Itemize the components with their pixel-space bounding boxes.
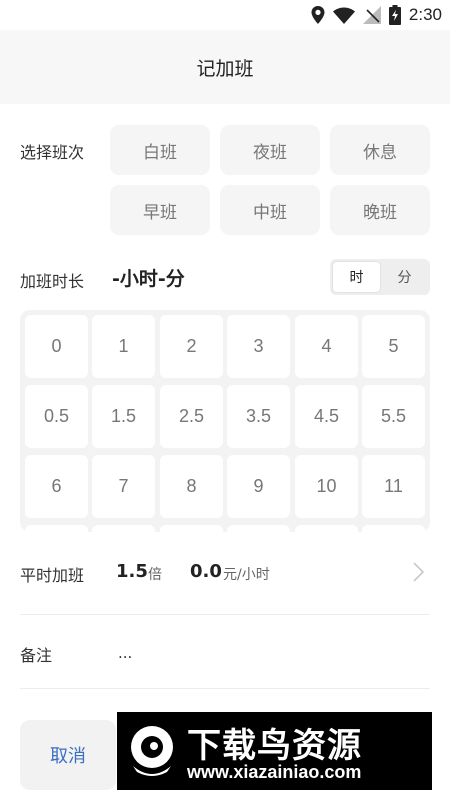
key-partial[interactable] [25,525,88,532]
shift-label: 选择班次 [20,143,85,162]
key-3-5[interactable]: 3.5 [227,385,290,448]
unit-toggle: 时 分 [330,259,430,295]
key-1[interactable]: 1 [92,315,155,378]
shift-option-night[interactable]: 夜班 [220,125,320,175]
key-partial[interactable] [227,525,290,532]
shift-option-evening[interactable]: 晚班 [330,185,430,235]
overtime-rate: 0.0 [190,561,222,582]
divider [20,614,430,615]
shift-option-rest[interactable]: 休息 [330,125,430,175]
number-keypad: 0 1 2 3 4 5 0.5 1.5 2.5 3.5 4.5 5.5 6 7 … [20,310,430,532]
key-partial[interactable] [295,525,358,532]
remark-label: 备注 [20,646,53,665]
header: 记加班 [0,30,450,104]
key-5-5[interactable]: 5.5 [362,385,425,448]
status-icons: 2:30 [311,4,442,26]
unit-minute-toggle[interactable]: 分 [381,261,428,293]
wifi-icon [332,7,355,24]
key-3[interactable]: 3 [227,315,290,378]
key-8[interactable]: 8 [160,455,223,518]
location-icon [311,6,325,24]
key-9[interactable]: 9 [227,455,290,518]
unit-hour-toggle[interactable]: 时 [332,261,381,293]
shift-option-middle[interactable]: 中班 [220,185,320,235]
key-7[interactable]: 7 [92,455,155,518]
key-partial[interactable] [160,525,223,532]
duration-value: -小时-分 [112,268,185,290]
battery-charging-icon [388,5,401,25]
overtime-multiplier: 1.5 [116,561,148,582]
key-0-5[interactable]: 0.5 [25,385,88,448]
key-4[interactable]: 4 [295,315,358,378]
key-2-5[interactable]: 2.5 [160,385,223,448]
remark-input[interactable]: ... [118,644,132,662]
signal-icon [362,6,381,24]
key-2[interactable]: 2 [160,315,223,378]
bird-logo-icon [131,726,173,776]
key-10[interactable]: 10 [295,455,358,518]
overtime-multiplier-unit: 倍 [148,567,162,583]
status-time: 2:30 [408,5,442,24]
chevron-right-icon[interactable] [408,560,428,584]
key-partial[interactable] [362,525,425,532]
key-5[interactable]: 5 [362,315,425,378]
key-4-5[interactable]: 4.5 [295,385,358,448]
divider [20,688,430,689]
shift-option-morning[interactable]: 早班 [110,185,210,235]
overtime-rate-unit: 元/小时 [223,567,270,583]
key-0[interactable]: 0 [25,315,88,378]
key-6[interactable]: 6 [25,455,88,518]
watermark-banner: 下载鸟资源 www.xiazainiao.com [117,712,432,790]
key-11[interactable]: 11 [362,455,425,518]
watermark-text: 下载鸟资源 [187,726,362,766]
cancel-button[interactable]: 取消 [20,720,116,790]
key-partial[interactable] [92,525,155,532]
shift-option-day[interactable]: 白班 [110,125,210,175]
page-title: 记加班 [196,57,254,80]
overtime-type-label[interactable]: 平时加班 [20,562,84,586]
key-1-5[interactable]: 1.5 [92,385,155,448]
status-bar: 2:30 [0,0,450,30]
duration-label: 加班时长 [20,272,85,291]
watermark-url: www.xiazainiao.com [187,762,362,782]
